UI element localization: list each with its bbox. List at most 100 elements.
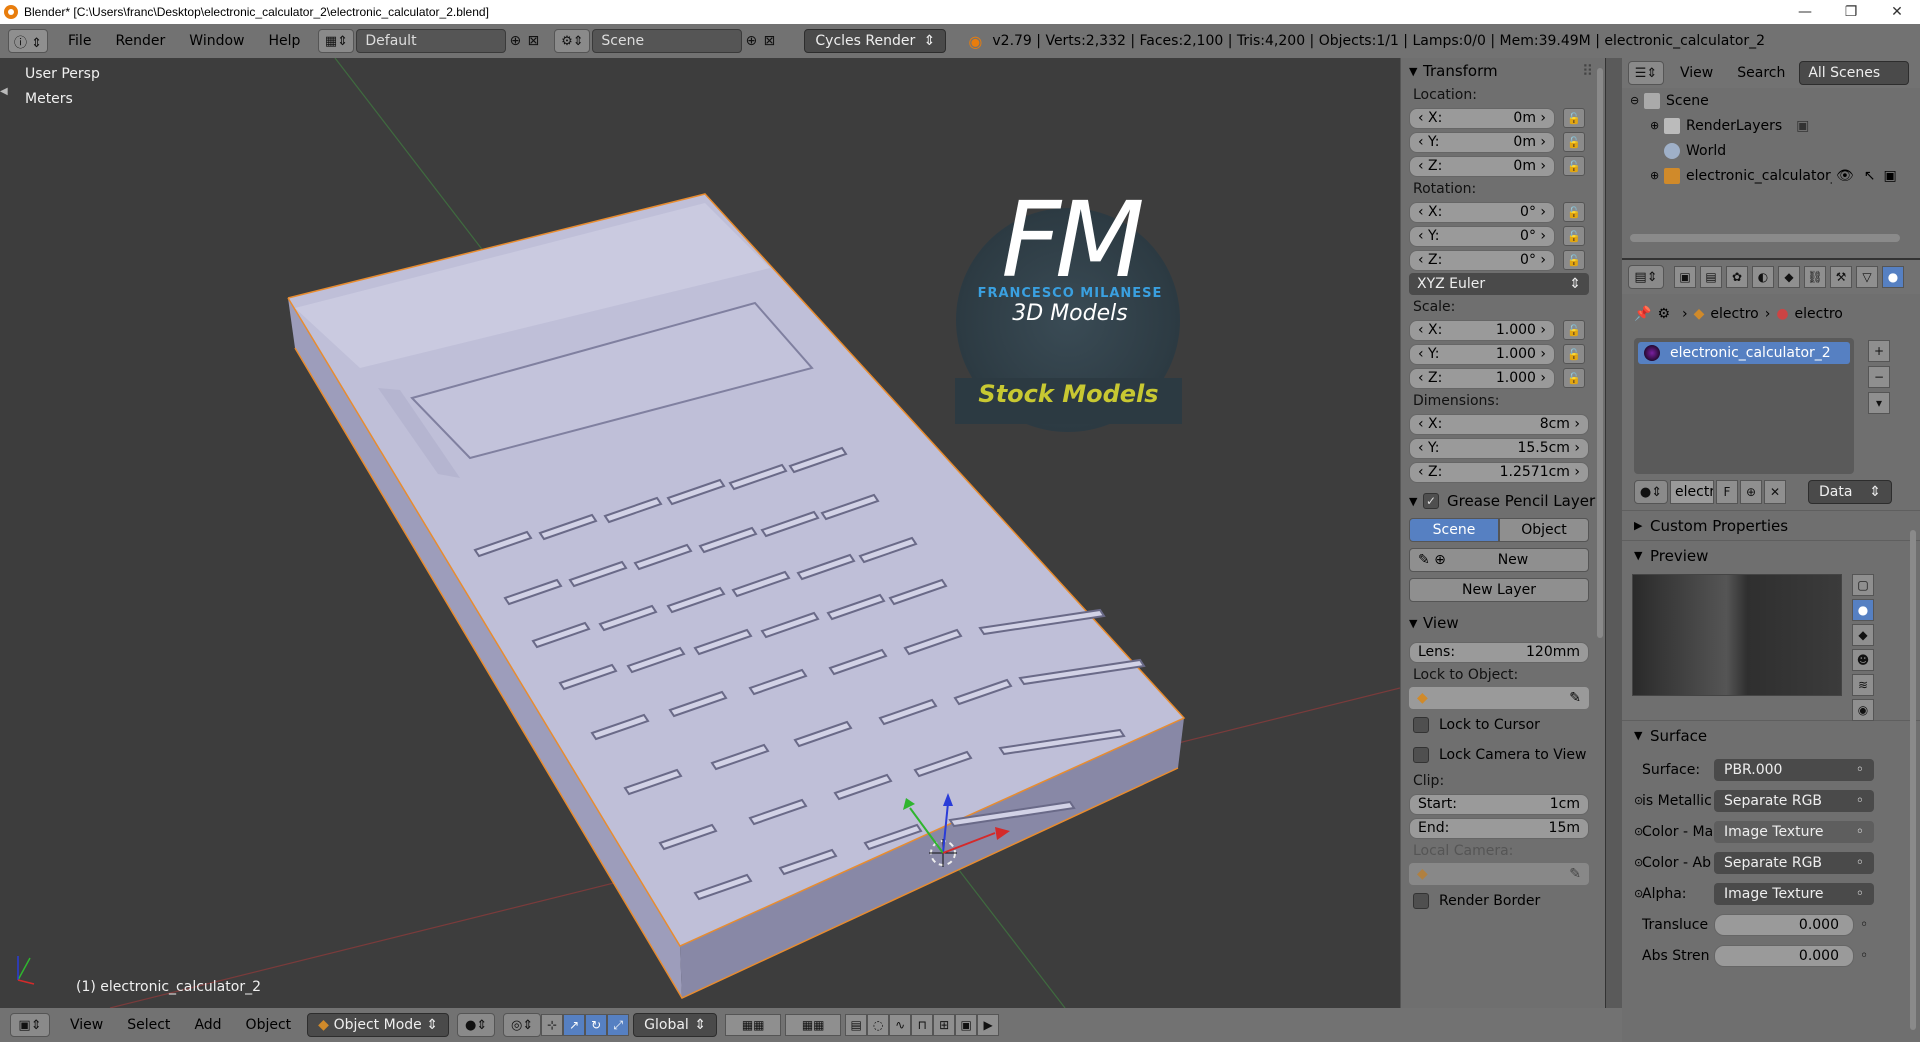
lock-icon[interactable]: 🔓 (1563, 344, 1585, 364)
3d-viewport[interactable]: User Persp Meters (1) electronic_calcula… (0, 58, 1400, 1008)
editor-type-info-icon[interactable]: ⓘ ⇕ (8, 29, 48, 53)
rot-field-0[interactable]: ‹ X: 0° › (1409, 201, 1555, 223)
input-number-field-0[interactable]: 0.000 (1714, 913, 1854, 936)
menu-file[interactable]: File (56, 29, 103, 53)
input-number-field-1[interactable]: 0.000 (1714, 944, 1854, 967)
menu-render[interactable]: Render (103, 29, 177, 53)
rotation-mode-dropdown[interactable]: XYZ Euler ⇕ (1409, 273, 1589, 295)
scl-field-2[interactable]: ‹ Z: 1.000 › (1409, 367, 1555, 389)
loc-field-0[interactable]: ‹ X: 0m › (1409, 107, 1555, 129)
lock-icon[interactable]: 🔓 (1563, 250, 1585, 270)
grease-pencil-scene-button[interactable]: Scene (1409, 518, 1499, 542)
pin-icon[interactable]: 📌 (1634, 306, 1651, 322)
manipulator-toggle-icon[interactable]: ⊹ (541, 1014, 564, 1036)
layers-grid-b-icon[interactable]: ▦▦ (785, 1014, 842, 1036)
pivot-point-icon[interactable]: ◎⇕ (503, 1013, 542, 1037)
modifiers-tab-icon[interactable]: ⚒ (1830, 266, 1852, 288)
checkbox[interactable] (1413, 717, 1429, 733)
proportional-falloff-icon[interactable]: ∿ (889, 1014, 912, 1036)
new-layer-button[interactable]: New Layer (1409, 578, 1589, 602)
menu-window[interactable]: Window (177, 29, 256, 53)
surface-header[interactable]: ▼ Surface (1622, 720, 1920, 750)
eyedropper-icon[interactable]: ✎ (1569, 690, 1581, 706)
checkbox[interactable] (1413, 893, 1429, 909)
drag-handle-icon[interactable]: ⠿ (1582, 62, 1593, 80)
material-slot-list[interactable]: electronic_calculator_2 (1634, 338, 1854, 474)
material-tab-icon[interactable]: ● (1882, 266, 1904, 288)
layer-lock-icon[interactable]: ▤ (845, 1014, 868, 1036)
rotate-manipulator-icon[interactable]: ↻ (585, 1014, 608, 1036)
layers-tab-icon[interactable]: ▤ (1700, 266, 1722, 288)
close-button[interactable]: ✕ (1874, 4, 1920, 20)
add-screen-icon[interactable]: ⊕ (506, 32, 524, 50)
screen-layout-field[interactable]: Default (356, 29, 507, 53)
expand-input-icon[interactable]: ⊙ (1634, 856, 1643, 869)
editor-type-3d-icon[interactable]: ▣⇕ (10, 1013, 50, 1037)
grease-pencil-checkbox[interactable]: ✓ (1423, 493, 1439, 509)
render-tab-icon[interactable]: ▣ (1674, 266, 1696, 288)
maximize-button[interactable]: ❐ (1828, 4, 1874, 20)
scl-field-0[interactable]: ‹ X: 1.000 › (1409, 319, 1555, 341)
rot-field-2[interactable]: ‹ Z: 0° › (1409, 249, 1555, 271)
outliner-hscrollbar[interactable] (1630, 234, 1900, 242)
preview-cube-icon[interactable]: ◆ (1852, 624, 1874, 646)
link-socket-icon[interactable]: ◦ (1860, 917, 1868, 933)
surface-shader-dropdown[interactable]: PBR.000 ◦ (1714, 758, 1874, 781)
clip-start-field[interactable]: Start: 1cm (1409, 793, 1589, 815)
constraints-tab-icon[interactable]: ⛓ (1804, 266, 1826, 288)
grease-pencil-new-button[interactable]: ✎ ⊕ New (1409, 548, 1589, 572)
cursor-icon[interactable]: ↖ (1864, 168, 1876, 184)
proportional-edit-icon[interactable]: ◌ (867, 1014, 890, 1036)
lock-icon[interactable]: 🔓 (1563, 202, 1585, 222)
lock-icon[interactable]: 🔓 (1563, 156, 1585, 176)
remove-scene-icon[interactable]: ⊠ (760, 32, 778, 50)
render-opengl-icon[interactable]: ▣ (955, 1014, 978, 1036)
eye-icon[interactable]: 👁 (1836, 168, 1854, 184)
lock-camera-checkbox[interactable]: Lock Camera to View (1401, 740, 1605, 770)
bottom-menu-object[interactable]: Object (234, 1017, 304, 1033)
snap-icon[interactable]: ⊓ (911, 1014, 934, 1036)
link-socket-icon[interactable]: ◦ (1860, 948, 1868, 964)
loc-field-2[interactable]: ‹ Z: 0m › (1409, 155, 1555, 177)
new-material-icon[interactable]: ⊕ (1740, 480, 1762, 504)
outliner-item-object[interactable]: ⊕ electronic_calculator_2 👁 ↖ ▣ (1622, 163, 1920, 188)
clip-end-field[interactable]: End: 15m (1409, 817, 1589, 839)
unlink-material-icon[interactable]: ✕ (1764, 480, 1786, 504)
input-link-dropdown-0[interactable]: Separate RGB ◦ (1714, 789, 1874, 812)
preview-header[interactable]: ▼ Preview (1622, 540, 1920, 570)
data-tab-icon[interactable]: ▽ (1856, 266, 1878, 288)
loc-field-1[interactable]: ‹ Y: 0m › (1409, 131, 1555, 153)
remove-screen-icon[interactable]: ⊠ (524, 32, 542, 50)
orientation-dropdown[interactable]: Global ⇕ (633, 1013, 718, 1037)
render-border-checkbox[interactable]: Render Border (1401, 886, 1605, 916)
dimension-field-0[interactable]: ‹ X: 8cm › (1409, 413, 1589, 435)
material-name-field[interactable]: electr (1670, 480, 1714, 504)
dimension-field-2[interactable]: ‹ Z: 1.2571cm › (1409, 461, 1589, 483)
screen-layout-icon[interactable]: ▦⇕ (318, 29, 355, 53)
outliner-menu-view[interactable]: View (1680, 65, 1713, 81)
breadcrumb-object[interactable]: electro (1710, 306, 1758, 322)
lock-object-field[interactable]: ◆ ✎ (1409, 687, 1589, 709)
shading-mode-icon[interactable]: ●⇕ (457, 1013, 496, 1037)
scene-tab-icon[interactable]: ✿ (1726, 266, 1748, 288)
grease-pencil-object-button[interactable]: Object (1499, 518, 1589, 542)
translate-manipulator-icon[interactable]: ↗ (563, 1014, 586, 1036)
render-animation-icon[interactable]: ▶ (977, 1014, 1000, 1036)
toolshelf-toggle-icon[interactable]: ◀ (0, 86, 8, 102)
snap-element-icon[interactable]: ⊞ (933, 1014, 956, 1036)
add-scene-icon[interactable]: ⊕ (742, 32, 760, 50)
renderlayer-toggle-icon[interactable]: ▣ (1796, 118, 1809, 134)
input-link-dropdown-2[interactable]: Separate RGB ◦ (1714, 851, 1874, 874)
preview-flat-icon[interactable]: ▢ (1852, 574, 1874, 596)
material-slot-item[interactable]: electronic_calculator_2 (1638, 342, 1850, 364)
bottom-menu-view[interactable]: View (58, 1017, 115, 1033)
npanel-scrollbar[interactable] (1597, 68, 1603, 638)
material-browse-icon[interactable]: ●⇕ (1634, 480, 1668, 504)
lens-field[interactable]: Lens: 120mm (1409, 641, 1589, 663)
outliner-item-scene[interactable]: ⊖ Scene (1622, 88, 1920, 113)
outliner-filter-dropdown[interactable]: All Scenes (1799, 61, 1910, 85)
remove-slot-icon[interactable]: − (1868, 366, 1890, 388)
editor-type-outliner-icon[interactable]: ☰⇕ (1628, 61, 1664, 85)
rot-field-1[interactable]: ‹ Y: 0° › (1409, 225, 1555, 247)
bottom-menu-add[interactable]: Add (182, 1017, 233, 1033)
